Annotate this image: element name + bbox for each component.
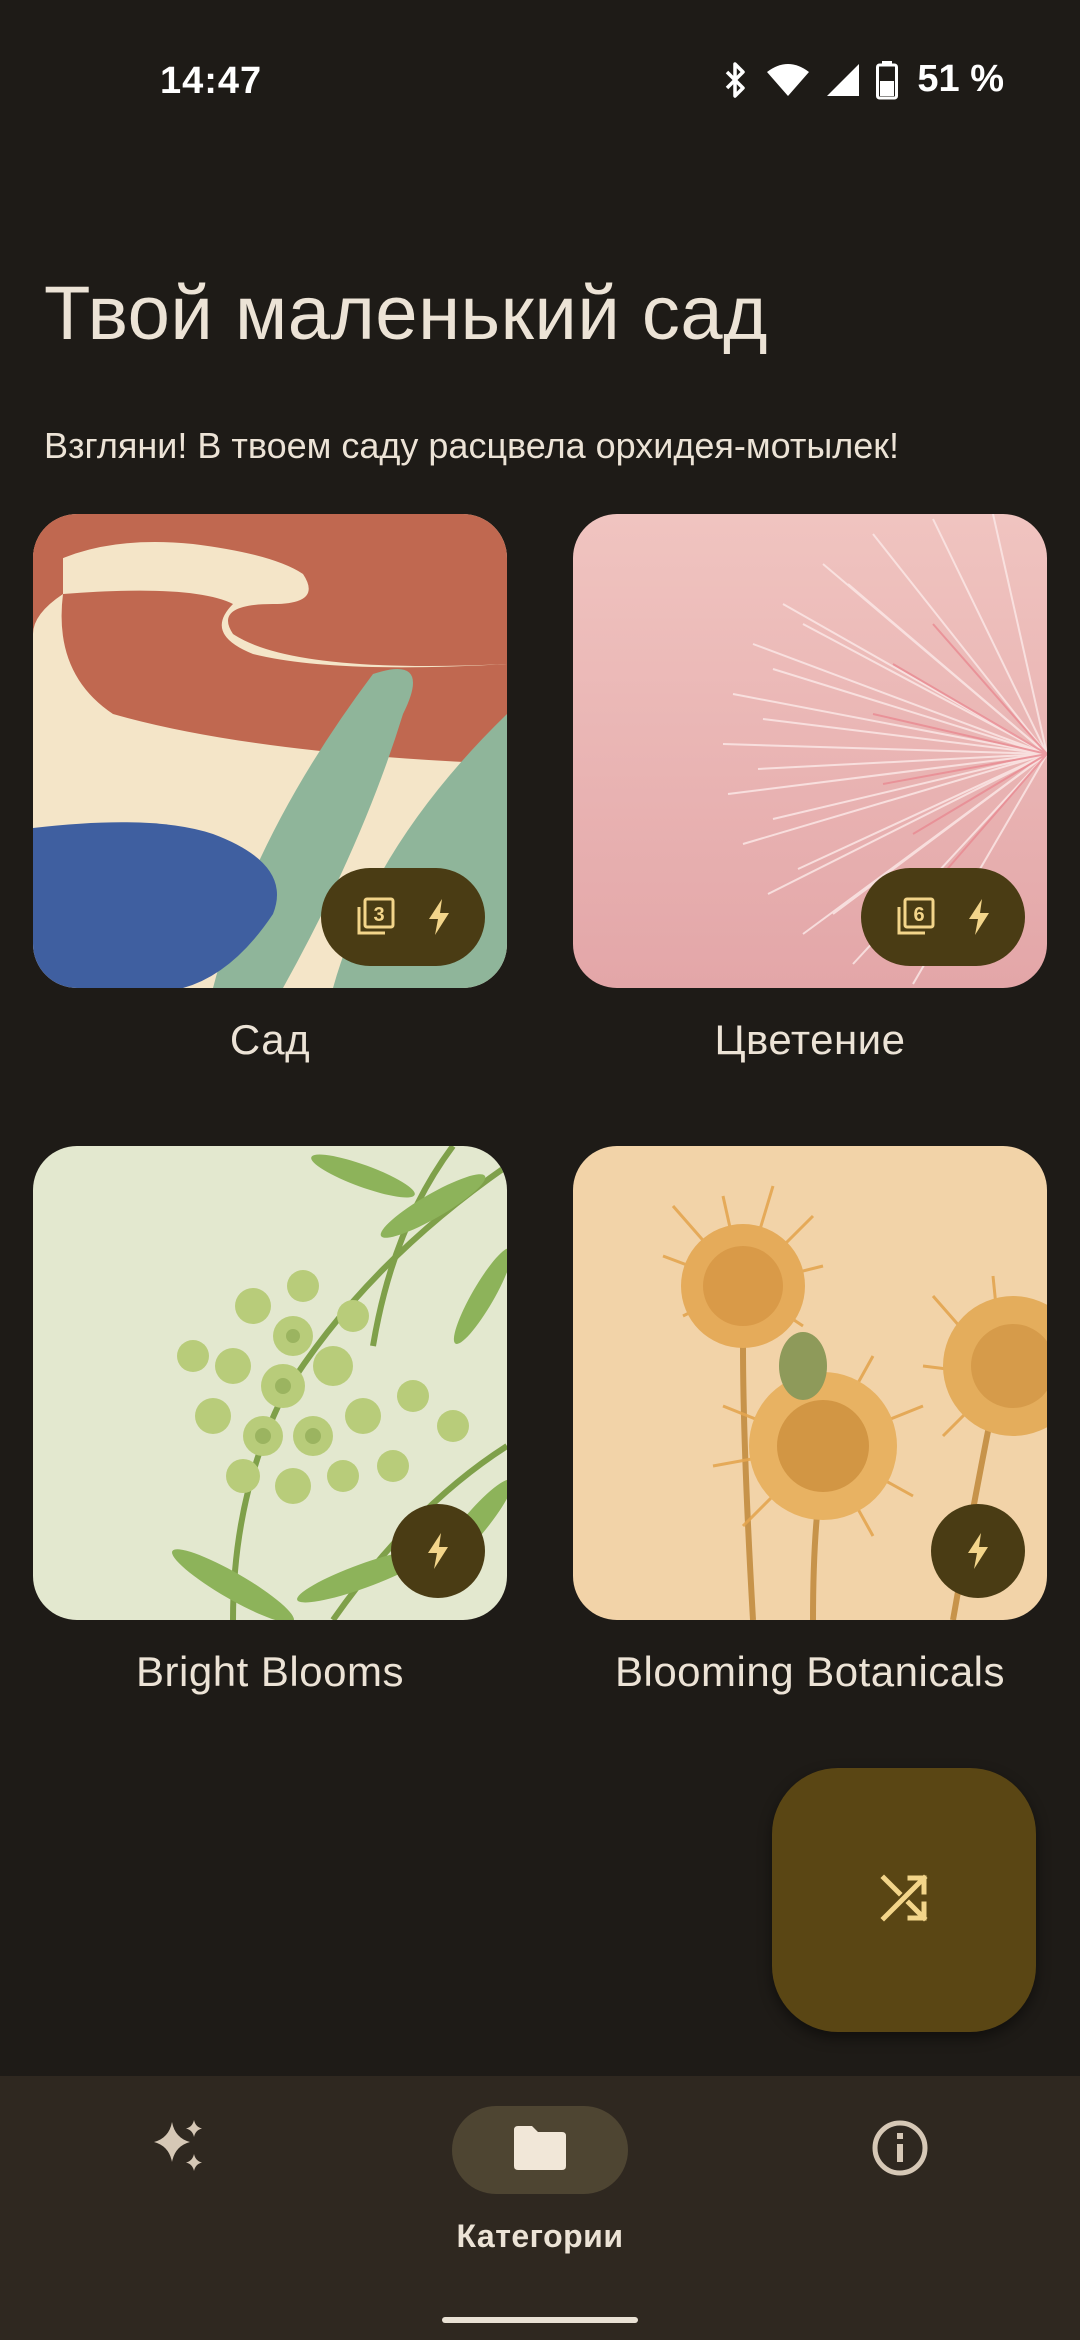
category-card-garden[interactable]: 3 Сад <box>33 514 507 1064</box>
category-thumbnail[interactable]: 6 <box>573 514 1047 988</box>
bluetooth-icon <box>726 61 746 98</box>
category-thumbnail[interactable] <box>573 1146 1047 1620</box>
nav-item-info[interactable] <box>780 2106 1020 2306</box>
collection-icon: 6 <box>893 895 937 939</box>
bolt-icon <box>965 897 993 937</box>
category-badge <box>391 1504 485 1598</box>
wifi-icon <box>767 63 810 96</box>
battery-icon <box>876 60 899 99</box>
nav-item-categories[interactable]: Категории <box>420 2106 660 2306</box>
nav-label: Категории <box>456 2218 624 2254</box>
category-badge <box>931 1504 1025 1598</box>
shuffle-button[interactable] <box>772 1768 1036 2032</box>
home-indicator[interactable] <box>442 2317 638 2323</box>
category-count: 6 <box>913 904 924 926</box>
category-thumbnail[interactable]: 3 <box>33 514 507 988</box>
bolt-icon <box>964 1531 992 1571</box>
shuffle-icon <box>876 1870 932 1931</box>
sparkle-icon <box>148 2116 212 2185</box>
category-label: Сад <box>229 1016 311 1063</box>
nav-pill-active[interactable] <box>452 2106 628 2194</box>
bottom-navigation: Категории <box>0 2076 1080 2340</box>
category-label: Blooming Botanicals <box>614 1648 1006 1695</box>
folder-icon <box>512 2124 568 2177</box>
category-thumbnail[interactable] <box>33 1146 507 1620</box>
category-label: Цветение <box>714 1016 906 1063</box>
status-icons: 51 % <box>721 58 1004 101</box>
status-bar: 14:47 51 % <box>0 0 1080 110</box>
category-count: 3 <box>373 904 384 926</box>
page-subtitle: Взгляни! В твоем саду расцвела орхидея-м… <box>44 425 900 466</box>
battery-percentage: 51 % <box>917 58 1004 100</box>
bolt-icon <box>425 897 453 937</box>
category-card-bright-blooms[interactable]: Bright Blooms <box>33 1146 507 1696</box>
collection-icon: 3 <box>353 895 397 939</box>
cell-signal-icon <box>827 63 860 96</box>
category-card-blooming-botanicals[interactable]: Blooming Botanicals <box>573 1146 1047 1696</box>
category-label: Bright Blooms <box>136 1648 404 1695</box>
category-badge: 6 <box>861 868 1025 966</box>
nav-item-suggestions[interactable] <box>60 2106 300 2306</box>
bolt-icon <box>424 1531 452 1571</box>
nav-pill[interactable] <box>92 2106 268 2194</box>
nav-pill[interactable] <box>812 2106 988 2194</box>
status-time: 14:47 <box>160 60 263 102</box>
page-title: Твой маленький сад <box>44 271 769 356</box>
category-badge: 3 <box>321 868 485 966</box>
category-card-bloom[interactable]: 6 Цветение <box>573 514 1047 1064</box>
info-icon <box>870 2118 930 2183</box>
